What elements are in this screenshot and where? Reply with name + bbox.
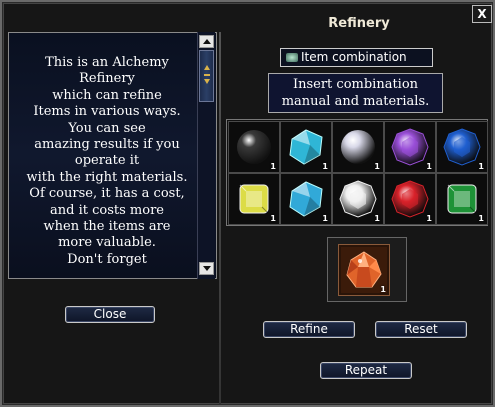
material-count: 1 [270,162,276,171]
material-count: 1 [322,162,328,171]
material-count: 1 [426,214,432,223]
material-slot[interactable]: 1 [436,173,488,225]
material-slot[interactable]: 1 [280,121,332,173]
material-count: 1 [374,214,380,223]
material-count: 1 [426,162,432,171]
instruction-text: Insert combination manual and materials. [281,77,430,109]
result-panel: 1 [327,237,407,302]
grip-up-icon [204,65,210,70]
description-text: This is an Alchemy Refinery which can re… [26,55,188,267]
material-count: 1 [270,214,276,223]
material-count: 1 [374,162,380,171]
repeat-button[interactable]: Repeat [320,362,412,379]
window-title: Refinery [328,16,390,31]
material-slot[interactable]: 1 [384,121,436,173]
grip-bar-icon [204,74,210,76]
refinery-window: Refinery X This is an Alchemy Refinery w… [0,0,495,407]
refine-button[interactable]: Refine [263,321,355,338]
material-count: 1 [322,214,328,223]
close-window-button[interactable]: X [472,5,492,23]
arrow-down-icon [203,266,211,271]
material-slot[interactable]: 1 [280,173,332,225]
combination-gem-icon [286,53,298,62]
material-count: 1 [478,214,484,223]
result-slot[interactable]: 1 [338,244,390,296]
material-count: 1 [478,162,484,171]
panel-divider [219,32,221,404]
scroll-down-button[interactable] [199,262,214,275]
scroll-up-button[interactable] [199,35,214,48]
result-count: 1 [380,285,386,294]
material-slot[interactable]: 1 [384,173,436,225]
material-slot[interactable]: 1 [228,173,280,225]
material-slot[interactable]: 1 [332,173,384,225]
item-combination-label: Item combination [301,50,407,64]
item-combination-tab[interactable]: Item combination [280,48,433,67]
description-panel: This is an Alchemy Refinery which can re… [8,32,217,279]
scroll-thumb[interactable] [199,50,214,102]
material-slot[interactable]: 1 [228,121,280,173]
instruction-box: Insert combination manual and materials. [268,73,443,113]
grip-down-icon [204,79,210,84]
description-scrollbar[interactable] [197,32,215,279]
material-grid: 1 1 1 1 1 1 1 1 1 1 [226,119,488,226]
close-button[interactable]: Close [65,306,155,323]
material-slot[interactable]: 1 [436,121,488,173]
arrow-up-icon [203,39,211,44]
material-slot[interactable]: 1 [332,121,384,173]
reset-button[interactable]: Reset [375,321,467,338]
